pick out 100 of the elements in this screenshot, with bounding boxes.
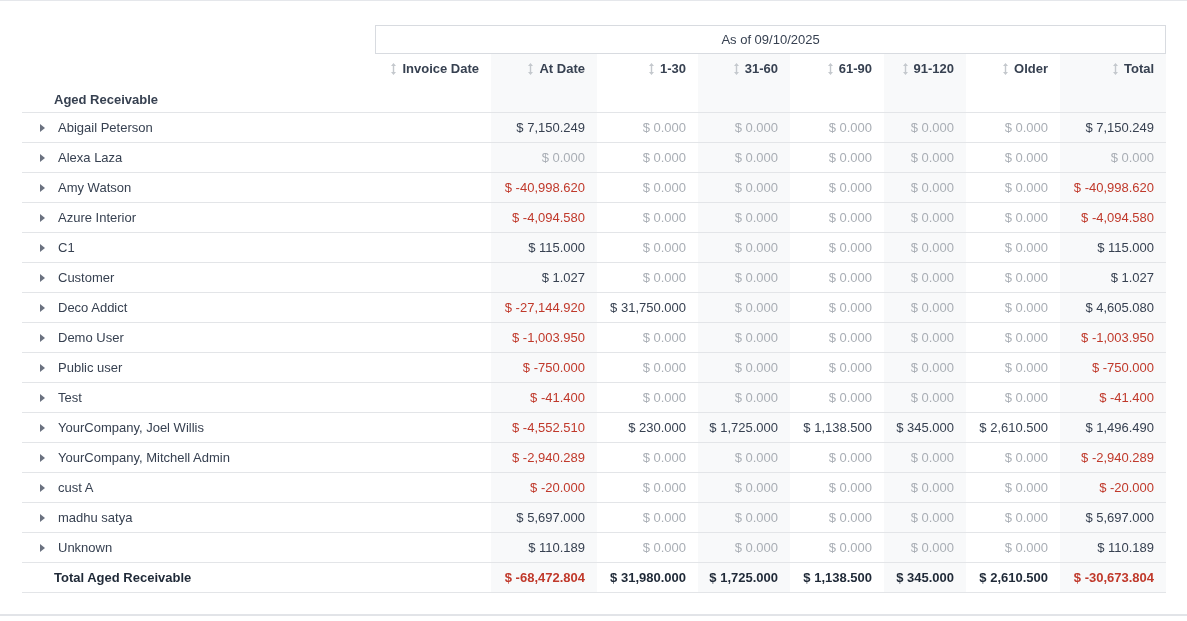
partner-row-toggle[interactable]: Test [40, 390, 82, 406]
amount: $ 0.000 [642, 150, 686, 165]
sort-icon [733, 62, 739, 75]
amount: $ 0.000 [1004, 510, 1048, 525]
amount: $ -20.000 [1099, 480, 1155, 495]
amount: $ 5,697.000 [1085, 510, 1155, 525]
amount: $ 0.000 [910, 150, 954, 165]
total-amount: $ 1,725.000 [709, 570, 778, 585]
partner-row-toggle[interactable]: Abigail Peterson [40, 120, 153, 136]
amount: $ 115.000 [528, 240, 585, 255]
amount: $ -4,094.580 [1081, 210, 1155, 225]
amount: $ 0.000 [642, 480, 686, 495]
amount: $ 0.000 [734, 480, 778, 495]
amount: $ 0.000 [910, 330, 954, 345]
amount: $ -20.000 [530, 480, 585, 495]
amount: $ 0.000 [828, 360, 872, 375]
total-amount: $ 31,980.000 [610, 570, 686, 585]
amount: $ 0.000 [1004, 480, 1048, 495]
amount: $ 0.000 [910, 450, 954, 465]
amount: $ 4,605.080 [1085, 300, 1155, 315]
amount: $ 0.000 [642, 360, 686, 375]
total-amount: $ 345.000 [896, 570, 954, 585]
amount: $ 0.000 [910, 270, 954, 285]
column-header[interactable]: Older [1003, 61, 1048, 76]
amount: $ 0.000 [642, 330, 686, 345]
amount: $ 0.000 [1004, 270, 1048, 285]
amount: $ -4,552.510 [512, 420, 585, 435]
amount: $ 0.000 [910, 120, 954, 135]
amount: $ 0.000 [642, 450, 686, 465]
amount: $ 0.000 [642, 120, 686, 135]
amount: $ 0.000 [734, 540, 778, 555]
sort-icon [1112, 62, 1118, 75]
amount: $ 0.000 [1004, 180, 1048, 195]
partner-row-toggle[interactable]: Unknown [40, 540, 113, 556]
amount: $ 0.000 [1004, 360, 1048, 375]
amount: $ -750.000 [1091, 360, 1155, 375]
amount: $ 0.000 [642, 210, 686, 225]
amount: $ 0.000 [734, 180, 778, 195]
amount: $ 0.000 [734, 330, 778, 345]
amount: $ 0.000 [828, 120, 872, 135]
column-header[interactable]: Invoice Date [391, 61, 479, 76]
total-amount: $ -68,472.804 [504, 570, 585, 585]
amount: $ 0.000 [1004, 540, 1048, 555]
amount: $ 0.000 [910, 360, 954, 375]
amount: $ 0.000 [910, 510, 954, 525]
amount: $ 0.000 [828, 510, 872, 525]
amount: $ -40,998.620 [504, 180, 585, 195]
amount: $ 0.000 [1004, 210, 1048, 225]
column-header[interactable]: 61-90 [827, 61, 872, 76]
amount: $ 0.000 [828, 180, 872, 195]
amount: $ -41.400 [530, 390, 585, 405]
amount: $ 0.000 [1004, 450, 1048, 465]
amount: $ 0.000 [642, 540, 686, 555]
amount: $ 0.000 [642, 180, 686, 195]
amount: $ 0.000 [734, 510, 778, 525]
partner-row-toggle[interactable]: Alexa Laza [40, 150, 123, 166]
amount: $ 0.000 [828, 270, 872, 285]
partner-row-toggle[interactable]: Azure Interior [40, 210, 137, 226]
amount: $ 0.000 [1004, 120, 1048, 135]
partner-row-toggle[interactable]: YourCompany, Joel Willis [40, 420, 204, 436]
amount: $ 0.000 [828, 210, 872, 225]
amount: $ 7,150.249 [516, 120, 585, 135]
section-title: Aged Receivable [54, 91, 159, 107]
partner-row-toggle[interactable]: Public user [40, 360, 123, 376]
partner-row-toggle[interactable]: cust A [40, 480, 94, 496]
partner-row-toggle[interactable]: Customer [40, 270, 115, 286]
amount: $ 115.000 [1097, 240, 1155, 255]
amount: $ 0.000 [642, 390, 686, 405]
column-header[interactable]: Total [1112, 61, 1155, 76]
amount: $ 1,496.490 [1085, 420, 1155, 435]
period-header: As of 09/10/2025 [375, 25, 1167, 54]
amount: $ 0.000 [910, 540, 954, 555]
total-label: Total Aged Receivable [54, 570, 192, 585]
partner-row-toggle[interactable]: Amy Watson [40, 180, 132, 196]
amount: $ 0.000 [734, 150, 778, 165]
partner-row-toggle[interactable]: YourCompany, Mitchell Admin [40, 450, 230, 466]
amount: $ 7,150.249 [1085, 120, 1155, 135]
partner-row-toggle[interactable]: C1 [40, 240, 75, 256]
amount: $ 1.027 [541, 270, 585, 285]
amount: $ 0.000 [910, 390, 954, 405]
total-amount: $ 2,610.500 [979, 570, 1048, 585]
partner-row-toggle[interactable]: madhu satya [40, 510, 133, 526]
amount: $ 0.000 [1004, 240, 1048, 255]
sort-icon [648, 62, 654, 75]
amount: $ 0.000 [910, 180, 954, 195]
amount: $ 0.000 [734, 270, 778, 285]
amount: $ 2,610.500 [979, 420, 1048, 435]
amount: $ 1,138.500 [803, 420, 872, 435]
column-header[interactable]: 1-30 [648, 61, 686, 76]
partner-row-toggle[interactable]: Deco Addict [40, 300, 128, 316]
amount: $ 345.000 [896, 420, 954, 435]
amount: $ -2,940.289 [1081, 450, 1155, 465]
partner-row-toggle[interactable]: Demo User [40, 330, 124, 346]
amount: $ 0.000 [910, 240, 954, 255]
amount: $ -41.400 [1099, 390, 1155, 405]
amount: $ 0.000 [1004, 330, 1048, 345]
total-amount: $ -30,673.804 [1073, 570, 1155, 585]
amount: $ 0.000 [910, 300, 954, 315]
amount: $ 0.000 [828, 300, 872, 315]
amount: $ 0.000 [642, 510, 686, 525]
